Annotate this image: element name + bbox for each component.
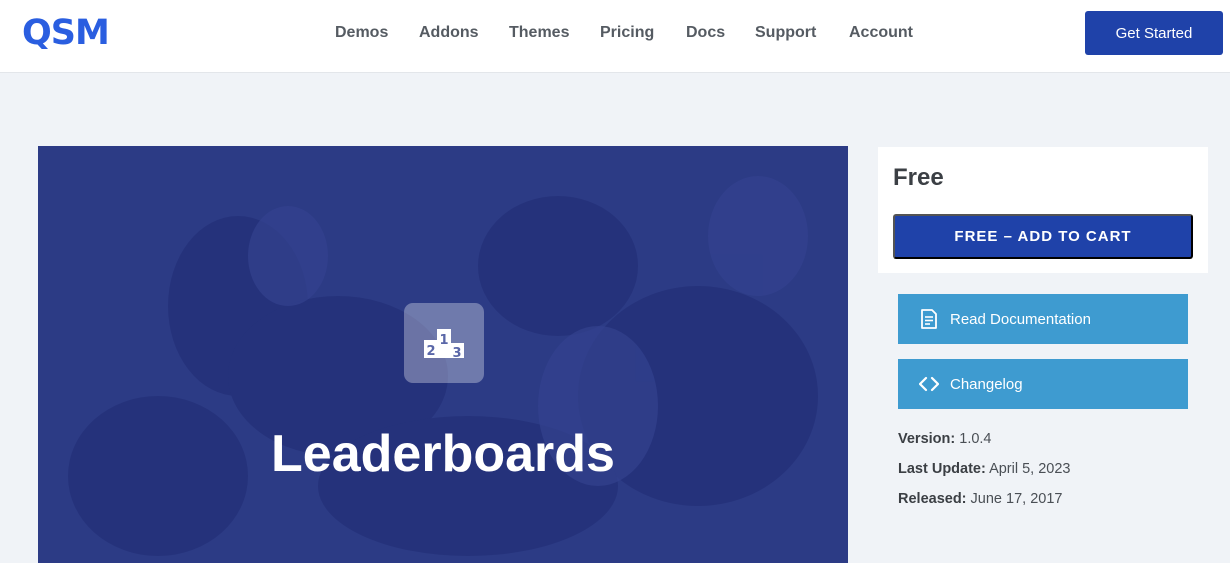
version-value: 1.0.4 xyxy=(959,431,992,447)
hero-banner: 2 1 3 Leaderboards xyxy=(38,146,848,563)
nav-docs[interactable]: Docs xyxy=(686,23,725,43)
get-started-button[interactable]: Get Started xyxy=(1085,11,1223,55)
changelog-button[interactable]: Changelog xyxy=(898,359,1188,409)
changelog-label: Changelog xyxy=(950,375,1023,393)
price-box: Free FREE – ADD TO CART xyxy=(878,147,1208,273)
add-to-cart-button[interactable]: FREE – ADD TO CART xyxy=(893,214,1193,259)
read-documentation-button[interactable]: Read Documentation xyxy=(898,294,1188,344)
document-icon xyxy=(919,309,939,329)
nav-themes[interactable]: Themes xyxy=(509,23,569,43)
nav-demos[interactable]: Demos xyxy=(335,23,388,43)
released-value: June 17, 2017 xyxy=(970,491,1063,507)
released-label: Released: xyxy=(898,491,967,507)
main-nav: Demos Addons Themes Pricing Docs Support… xyxy=(0,0,1230,73)
code-icon xyxy=(919,374,939,394)
podium-icon: 2 1 3 xyxy=(404,303,484,383)
last-update-info: Last Update: April 5, 2023 xyxy=(898,460,1070,478)
version-info: Version: 1.0.4 xyxy=(898,430,992,448)
price-label: Free xyxy=(893,164,944,191)
nav-addons[interactable]: Addons xyxy=(419,23,479,43)
podium-number-1: 1 xyxy=(439,333,448,348)
version-label: Version: xyxy=(898,431,956,447)
hero-title: Leaderboards xyxy=(271,425,615,483)
last-update-label: Last Update: xyxy=(898,461,986,477)
nav-pricing[interactable]: Pricing xyxy=(600,23,654,43)
nav-account[interactable]: Account xyxy=(849,23,913,43)
podium-number-3: 3 xyxy=(452,346,461,361)
nav-support[interactable]: Support xyxy=(755,23,816,43)
released-info: Released: June 17, 2017 xyxy=(898,490,1062,508)
read-documentation-label: Read Documentation xyxy=(950,310,1091,328)
site-header: QSM Demos Addons Themes Pricing Docs Sup… xyxy=(0,0,1230,73)
last-update-value: April 5, 2023 xyxy=(989,461,1071,477)
podium-number-2: 2 xyxy=(426,344,435,359)
